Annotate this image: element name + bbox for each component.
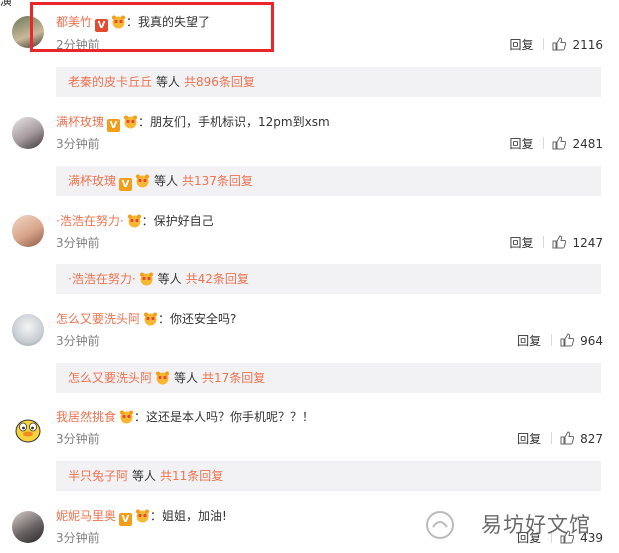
reply-username[interactable]: 半只兔子阿 [68, 469, 128, 483]
thumbs-up-icon[interactable] [552, 136, 567, 150]
like-count: 1247 [572, 236, 603, 250]
avatar[interactable] [12, 511, 44, 543]
duck-icon [15, 419, 41, 443]
highlight-box [30, 2, 274, 52]
reply-username[interactable]: ·浩浩在努力· [68, 272, 136, 286]
pig-badge-icon [136, 509, 150, 523]
watermark-text: 易坊好文馆 [481, 513, 591, 537]
reply-count-link[interactable]: 共42条回复 [186, 272, 249, 286]
reply-count-link[interactable]: 共17条回复 [202, 371, 265, 385]
username-link[interactable]: 怎么又要洗头阿 [56, 312, 140, 326]
reply-summary-bar[interactable]: ·浩浩在努力· 等人 共42条回复 [56, 264, 601, 294]
comment-text: 朋友们，手机标识，12pm到xsm [150, 115, 330, 129]
pig-badge-icon [124, 115, 138, 129]
reply-username[interactable]: 老秦的皮卡丘丘 [68, 75, 152, 89]
thumbs-up-icon[interactable] [552, 235, 567, 249]
avatar[interactable] [12, 412, 44, 444]
comment-actions: 回复 2116 [509, 37, 603, 53]
comment-text: 保护好自己 [153, 214, 214, 228]
comment-text: 这还是本人吗？你手机呢？？！ [146, 410, 315, 424]
timestamp: 3分钟前 [56, 137, 100, 151]
pig-badge-icon [156, 371, 170, 385]
username-link[interactable]: ·浩浩在努力· [56, 214, 124, 228]
thumbs-up-icon[interactable] [560, 431, 575, 445]
username-link[interactable]: 妮妮马里奥 [56, 509, 116, 523]
reply-button[interactable]: 回复 [509, 137, 533, 151]
timestamp: 3分钟前 [56, 334, 100, 348]
timestamp: 3分钟前 [56, 432, 100, 446]
reply-summary-bar[interactable]: 满杯玫瑰 V 等人 共137条回复 [56, 166, 601, 196]
avatar[interactable] [12, 314, 44, 346]
like-count: 964 [580, 334, 603, 348]
pig-badge-icon [136, 174, 150, 188]
thumbs-up-icon[interactable] [560, 333, 575, 347]
reply-summary-bar[interactable]: 半只兔子阿 等人 共11条回复 [56, 461, 601, 491]
reply-count-link[interactable]: 共896条回复 [184, 75, 255, 89]
avatar[interactable] [12, 117, 44, 149]
comment-actions: 回复 964 [517, 333, 603, 349]
avatar[interactable] [12, 215, 44, 247]
comment-actions: 回复 827 [517, 431, 603, 447]
pig-badge-icon [144, 312, 158, 326]
username-link[interactable]: 满杯玫瑰 [56, 115, 104, 129]
comment-actions: 回复 2481 [509, 136, 603, 152]
reply-count-link[interactable]: 共137条回复 [182, 174, 253, 188]
comment-text: 姐姐，加油! [162, 509, 227, 523]
reply-summary-bar[interactable]: 老秦的皮卡丘丘 等人 共896条回复 [56, 67, 601, 97]
pig-badge-icon [127, 214, 141, 228]
comment-text: 你还安全吗? [170, 312, 237, 326]
reply-button[interactable]: 回复 [517, 432, 541, 446]
reply-button[interactable]: 回复 [509, 38, 533, 52]
cut-off-text: 演 [0, 0, 13, 8]
reply-username[interactable]: 满杯玫瑰 [68, 174, 116, 188]
thumbs-up-icon[interactable] [552, 37, 567, 51]
username-link[interactable]: 我居然挑食 [56, 410, 116, 424]
like-count: 827 [580, 432, 603, 446]
reply-button[interactable]: 回复 [509, 236, 533, 250]
reply-summary-bar[interactable]: 怎么又要洗头阿 等人 共17条回复 [56, 363, 601, 393]
timestamp: 3分钟前 [56, 236, 100, 250]
pig-badge-icon [120, 410, 134, 424]
timestamp: 3分钟前 [56, 531, 100, 545]
pig-badge-icon [139, 272, 153, 286]
watermark-logo-icon [426, 511, 454, 539]
verified-badge-icon: V [119, 513, 133, 526]
reply-button[interactable]: 回复 [517, 334, 541, 348]
reply-username[interactable]: 怎么又要洗头阿 [68, 371, 152, 385]
like-count: 2116 [572, 38, 603, 52]
verified-badge-icon: V [107, 119, 121, 132]
like-count: 2481 [572, 137, 603, 151]
verified-badge-icon: V [119, 178, 133, 191]
reply-count-link[interactable]: 共11条回复 [160, 469, 223, 483]
comment-actions: 回复 1247 [509, 235, 603, 251]
